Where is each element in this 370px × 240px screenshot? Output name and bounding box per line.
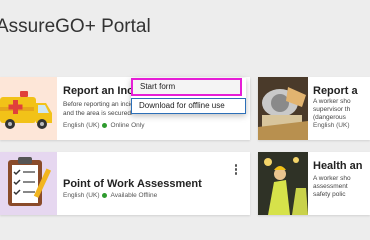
checklist-thumbnail [0, 152, 57, 215]
offline-status-dot-icon [102, 193, 108, 198]
card-language: English (UK) [313, 122, 350, 129]
site-thumbnail [258, 152, 308, 215]
worker-thumbnail [258, 77, 308, 140]
checklist-clipboard-icon [8, 157, 52, 206]
card-status: Available Offline [110, 192, 158, 199]
online-status-dot-icon [102, 123, 108, 128]
download-offline-menu-item[interactable]: Download for offline use [131, 98, 246, 114]
card-description-line: safety polic [313, 191, 346, 198]
ambulance-thumbnail [0, 77, 57, 140]
form-card-point-of-work[interactable]: Point of Work Assessment English (UK) Av… [0, 152, 250, 215]
card-language: English (UK) [63, 192, 100, 199]
page-title: AssureGO+ Portal [0, 16, 151, 37]
card-title: Health an [313, 160, 363, 172]
card-status: Online Only [110, 122, 145, 129]
card-description-line: (dangerous [313, 114, 346, 121]
card-title: Report a [313, 85, 358, 97]
card-meta: English (UK) Online Only [63, 122, 144, 129]
more-options-icon[interactable] [234, 164, 238, 175]
card-context-menu: Start form Download for offline use [131, 78, 246, 114]
card-meta: English (UK) [313, 122, 349, 129]
start-form-menu-item[interactable]: Start form [131, 78, 242, 96]
ambulance-icon [0, 91, 52, 129]
form-card-health-right[interactable]: Health an A worker sho assessment safety… [258, 152, 370, 215]
form-card-report-right[interactable]: Report a A worker sho supervisor th (dan… [258, 77, 370, 140]
card-title: Point of Work Assessment [63, 178, 202, 190]
site-photo [258, 152, 308, 215]
worker-photo [258, 77, 308, 140]
card-meta: English (UK) Available Offline [63, 192, 157, 199]
card-language: English (UK) [63, 122, 100, 129]
